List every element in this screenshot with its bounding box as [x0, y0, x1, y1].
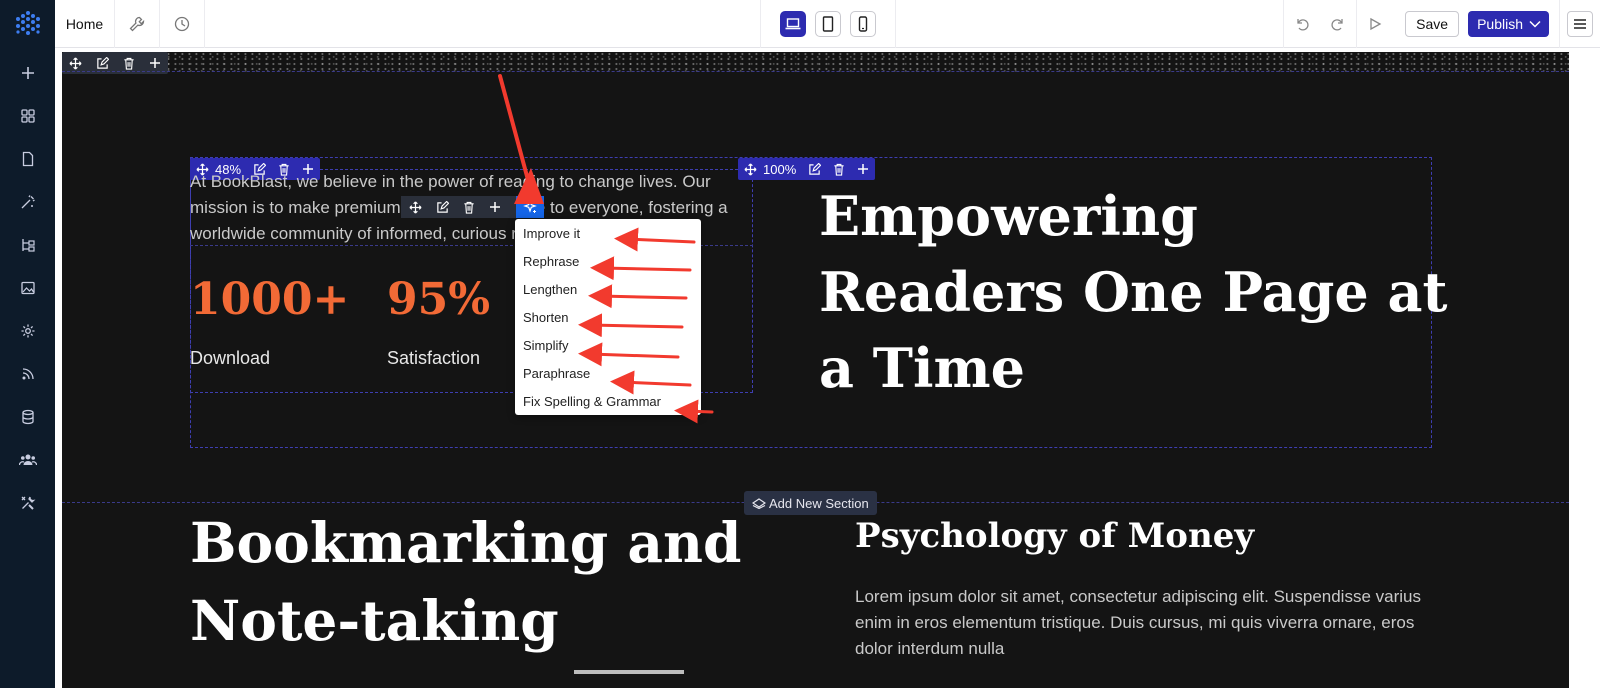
device-switcher: [760, 0, 896, 48]
play-icon: [1370, 17, 1382, 31]
stat-downloads-label: Download: [190, 348, 271, 368]
tablet-view-button[interactable]: [815, 11, 841, 37]
redo-icon: [1331, 19, 1343, 31]
sidebar-item-settings[interactable]: [0, 317, 55, 345]
redo-button[interactable]: [1320, 0, 1356, 48]
trash-icon[interactable]: [833, 163, 845, 176]
plus-icon[interactable]: [149, 57, 161, 69]
plus-icon: [21, 67, 34, 79]
sidebar-item-components[interactable]: [0, 102, 55, 130]
scroll-indicator: [574, 670, 684, 674]
feature-subheading[interactable]: Psychology of Money: [855, 516, 1254, 556]
undo-icon: [1297, 19, 1309, 31]
grid-icon: [20, 109, 35, 123]
sidebar-item-database[interactable]: [0, 403, 55, 431]
app-logo[interactable]: [0, 0, 55, 48]
menu-item-rephrase[interactable]: Rephrase: [523, 254, 579, 269]
add-section-label: Add New Section: [769, 495, 869, 511]
database-icon: [21, 409, 34, 425]
sidebar-item-design[interactable]: [0, 188, 55, 216]
stat-downloads-value: 1000+: [190, 274, 350, 325]
toolbar-actions: Save Publish: [1283, 0, 1600, 48]
edit-icon[interactable]: [96, 56, 109, 70]
header-texture: [62, 52, 1569, 72]
add-new-section-button[interactable]: Add New Section: [744, 491, 877, 515]
wrench-icon: [129, 16, 145, 32]
image-icon: [20, 281, 35, 295]
hamburger-icon: [1574, 19, 1586, 29]
sparkle-icon: [523, 200, 537, 213]
left-sidebar: [0, 48, 55, 688]
home-label: Home: [65, 16, 104, 32]
text-toolbar: [401, 196, 516, 218]
chevron-down-icon: [1529, 20, 1541, 28]
laptop-icon: [785, 18, 801, 30]
feature-body[interactable]: Lorem ipsum dolor sit amet, consectetur …: [855, 584, 1435, 662]
tablet-icon: [822, 16, 834, 32]
trash-icon[interactable]: [463, 201, 475, 214]
menu-item-paraphrase[interactable]: Paraphrase: [523, 366, 590, 381]
canvas-gutter: [1569, 48, 1600, 688]
hamburger-menu-button[interactable]: [1567, 11, 1593, 37]
mobile-view-button[interactable]: [850, 11, 876, 37]
publish-button[interactable]: Publish: [1468, 11, 1549, 37]
plus-icon[interactable]: [489, 201, 501, 213]
move-icon[interactable]: [69, 57, 82, 70]
home-tab[interactable]: Home: [55, 0, 115, 48]
history-button[interactable]: [160, 0, 205, 48]
top-toolbar: Home Save Publish: [0, 0, 1600, 48]
plus-icon[interactable]: [857, 163, 869, 175]
sidebar-item-users[interactable]: [0, 446, 55, 474]
toolbar-divider: [1559, 0, 1560, 48]
tools-button[interactable]: [115, 0, 160, 48]
tree-icon: [21, 239, 35, 252]
sidebar-item-integrations[interactable]: [0, 360, 55, 388]
menu-item-simplify[interactable]: Simplify: [523, 338, 569, 353]
add-section-icon: [752, 498, 766, 509]
editor-canvas[interactable]: 48% 100% At BookBlast, we believe in the…: [62, 52, 1569, 688]
desktop-view-button[interactable]: [780, 11, 806, 37]
ai-actions-menu: Improve it Rephrase Lengthen Shorten Sim…: [515, 219, 701, 415]
menu-item-shorten[interactable]: Shorten: [523, 310, 569, 325]
users-icon: [18, 454, 37, 466]
heading-toolbar: 100%: [738, 158, 876, 180]
publish-label: Publish: [1477, 16, 1523, 32]
trash-icon[interactable]: [123, 57, 135, 70]
feature-heading[interactable]: Bookmarking and Note-taking: [190, 504, 750, 660]
section-guide-line: [62, 71, 1569, 72]
menu-item-lengthen[interactable]: Lengthen: [523, 282, 577, 297]
sidebar-item-media[interactable]: [0, 274, 55, 302]
menu-item-fix-spelling[interactable]: Fix Spelling & Grammar: [523, 394, 661, 409]
tools-icon: [21, 496, 35, 510]
edit-icon[interactable]: [436, 200, 449, 214]
logo-icon: [15, 11, 40, 35]
gear-icon: [21, 324, 34, 338]
clock-icon: [174, 16, 190, 32]
sidebar-item-layers[interactable]: [0, 231, 55, 259]
menu-item-improve[interactable]: Improve it: [523, 226, 580, 241]
page-icon: [22, 151, 33, 167]
mobile-icon: [858, 16, 868, 32]
stat-satisfaction-label: Satisfaction: [387, 348, 481, 368]
ai-assist-button[interactable]: [516, 196, 544, 218]
sidebar-item-tools[interactable]: [0, 489, 55, 517]
save-button[interactable]: Save: [1405, 11, 1460, 37]
undo-button[interactable]: [1284, 0, 1320, 48]
preview-button[interactable]: [1357, 0, 1393, 48]
hero-heading[interactable]: Empowering Readers One Page at a Time: [819, 178, 1459, 406]
add-element-button[interactable]: [0, 59, 55, 87]
edit-icon[interactable]: [808, 162, 822, 176]
stat-satisfaction-value: 95%: [387, 274, 491, 325]
magic-icon: [21, 195, 35, 209]
feed-icon: [22, 368, 34, 380]
sidebar-item-pages[interactable]: [0, 145, 55, 173]
move-icon[interactable]: [409, 201, 422, 214]
heading-width-label: 100%: [763, 161, 797, 177]
